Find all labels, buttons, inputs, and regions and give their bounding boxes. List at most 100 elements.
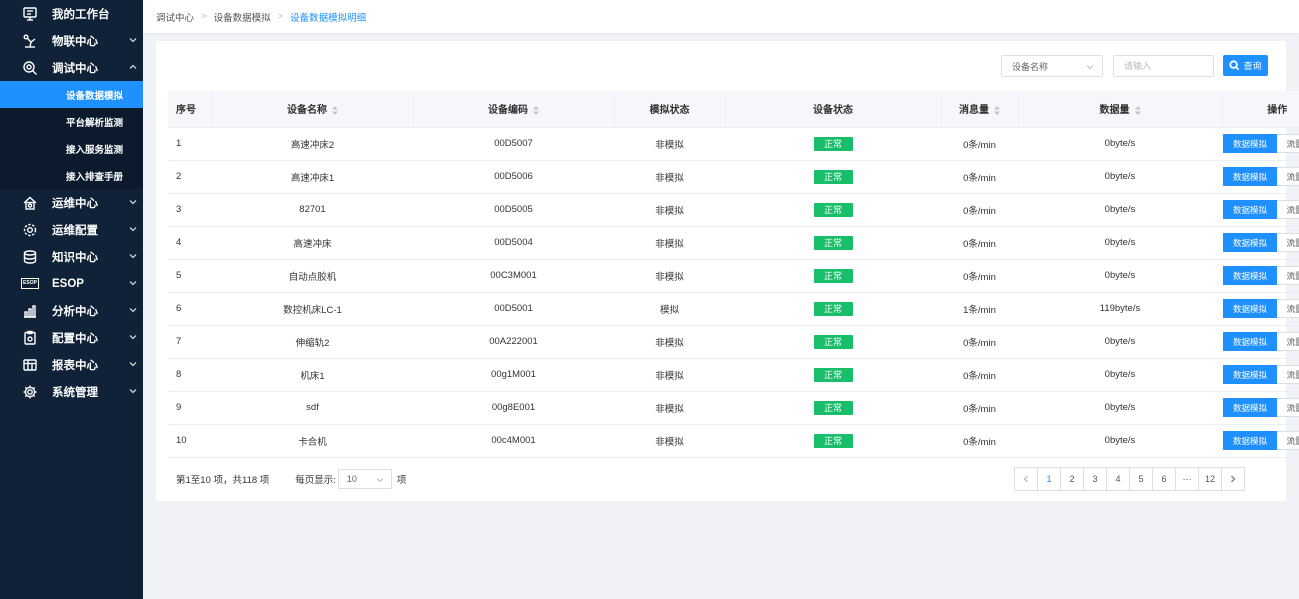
column-header-label: 设备编码 [488, 105, 528, 117]
table-row: 2高速冲床100D5006非模拟 正常 0条/min0byte/s数据模拟流量趋势 [168, 160, 1299, 194]
sidebar-item[interactable]: 物联中心 [0, 27, 143, 54]
data-simulate-button[interactable]: 数据模拟 [1223, 365, 1277, 384]
home-maintenance-icon [22, 195, 38, 211]
sidebar-item-label: 运维配置 [52, 224, 98, 237]
sidebar-item[interactable]: 我的工作台 [0, 0, 143, 27]
traffic-trend-button[interactable]: 流量趋势 [1277, 398, 1299, 417]
column-header[interactable]: 设备编码 [413, 91, 615, 128]
column-header[interactable]: 消息量 [941, 91, 1019, 128]
sidebar-item-label: 系统管理 [52, 386, 98, 399]
data-simulate-button[interactable]: 数据模拟 [1223, 398, 1277, 417]
traffic-trend-button[interactable]: 流量趋势 [1277, 299, 1299, 318]
page-button[interactable]: 5 [1129, 467, 1153, 491]
simulation-status-cell: 非模拟 [614, 424, 725, 458]
column-header: 操作 [1222, 91, 1299, 128]
column-header: 设备状态 [725, 91, 942, 128]
chevron-up-icon [129, 62, 137, 70]
table-row: 5自动点胶机00C3M001非模拟 正常 0条/min0byte/s数据模拟流量趋势 [168, 259, 1299, 293]
traffic-trend-button[interactable]: 流量趋势 [1277, 134, 1299, 153]
actions-cell: 数据模拟流量趋势 [1222, 160, 1299, 194]
column-header[interactable]: 数据量 [1018, 91, 1223, 128]
prev-page-button[interactable] [1014, 467, 1038, 491]
row-number-cell: 1 [168, 127, 212, 161]
data-simulate-button[interactable]: 数据模拟 [1223, 332, 1277, 351]
message-rate-cell: 0条/min [941, 424, 1018, 458]
data-rate-cell: 0byte/s [1018, 193, 1222, 227]
traffic-trend-button[interactable]: 流量趋势 [1277, 167, 1299, 186]
sidebar-item[interactable]: 运维中心 [0, 189, 143, 216]
chevron-down-icon [129, 251, 137, 259]
column-header-label: 操作 [1267, 105, 1288, 117]
traffic-trend-button[interactable]: 流量趋势 [1277, 266, 1299, 285]
sidebar-subitem[interactable]: 接入排查手册 [0, 162, 143, 189]
column-header[interactable]: 设备名称 [212, 91, 414, 128]
per-page-label: 每页显示: [295, 475, 336, 486]
search-button[interactable]: 查询 [1223, 55, 1268, 76]
sidebar-item[interactable]: 配置中心 [0, 324, 143, 351]
sidebar-subitem[interactable]: 平台解析监测 [0, 108, 143, 135]
column-header-label: 设备名称 [287, 105, 327, 117]
monitor-icon [22, 6, 38, 22]
sidebar-item[interactable]: 报表中心 [0, 351, 143, 378]
traffic-trend-button[interactable]: 流量趋势 [1277, 200, 1299, 219]
page-button[interactable]: 6 [1152, 467, 1176, 491]
actions-cell: 数据模拟流量趋势 [1222, 127, 1299, 161]
page-button[interactable]: 3 [1083, 467, 1107, 491]
sort-icon[interactable] [533, 106, 539, 116]
data-simulate-button[interactable]: 数据模拟 [1223, 266, 1277, 285]
traffic-trend-button[interactable]: 流量趋势 [1277, 233, 1299, 252]
data-simulate-button[interactable]: 数据模拟 [1223, 134, 1277, 153]
simulation-status-cell: 非模拟 [614, 259, 725, 293]
chevron-down-icon [129, 386, 137, 394]
traffic-trend-button[interactable]: 流量趋势 [1277, 365, 1299, 384]
sidebar: 我的工作台物联中心 调试中心 设备数据模拟 平台解析监测 接入服务监测 接入排查手册 运维中… [0, 0, 143, 599]
device-code-cell: 00D5005 [413, 193, 614, 227]
action-group: 数据模拟流量趋势 [1223, 200, 1299, 219]
data-simulate-button[interactable]: 数据模拟 [1223, 200, 1277, 219]
chevron-down-icon [129, 359, 137, 367]
row-number-cell: 5 [168, 259, 212, 293]
robot-arm-icon [22, 33, 38, 49]
data-simulate-button[interactable]: 数据模拟 [1223, 299, 1277, 318]
page-button[interactable]: 1 [1037, 467, 1061, 491]
sidebar-subitem[interactable]: 设备数据模拟 [0, 81, 143, 108]
sort-icon[interactable] [1134, 106, 1141, 116]
breadcrumb-item-device-sim[interactable]: 设备数据模拟 [214, 10, 271, 24]
traffic-trend-button[interactable]: 流量趋势 [1277, 332, 1299, 351]
page-button[interactable]: 4 [1106, 467, 1130, 491]
simulation-status-cell: 非模拟 [614, 325, 725, 359]
page-size-select[interactable]: 10 [337, 469, 392, 489]
page-button[interactable]: 2 [1060, 467, 1084, 491]
debug-search-icon [22, 60, 38, 76]
table-header-row: 序号 设备名称 设备编码 模拟状态 设备状态 消息量 数据量 操作 [168, 91, 1299, 128]
sidebar-item[interactable]: ESOP ESOP [0, 270, 143, 297]
data-simulate-button[interactable]: 数据模拟 [1223, 431, 1277, 450]
breadcrumb-item-debug-center[interactable]: 调试中心 [156, 10, 194, 24]
sidebar-item[interactable]: 系统管理 [0, 378, 143, 405]
device-status-cell: 正常 [725, 226, 941, 260]
sidebar-item[interactable]: 运维配置 [0, 216, 143, 243]
traffic-trend-button[interactable]: 流量趋势 [1277, 431, 1299, 450]
next-page-button[interactable] [1221, 467, 1245, 491]
chevron-down-icon [376, 476, 384, 484]
page-ellipsis[interactable]: ··· [1175, 467, 1199, 491]
chevron-down-icon [129, 278, 137, 286]
row-number-cell: 9 [168, 391, 212, 425]
field-select[interactable]: 设备名称 [1001, 55, 1103, 77]
sidebar-item[interactable]: 知识中心 [0, 243, 143, 270]
device-status-cell: 正常 [725, 325, 941, 359]
sort-icon[interactable] [332, 106, 338, 116]
data-simulate-button[interactable]: 数据模拟 [1223, 167, 1277, 186]
main-panel: 设备名称 查询 序号设备名称设备编码模拟状态设备状态消息量数据量操作 1高速冲床… [156, 41, 1299, 501]
search-input[interactable] [1113, 55, 1214, 77]
device-name-cell: 82701 [212, 193, 413, 227]
page-size-value: 10 [346, 474, 357, 484]
sort-icon[interactable] [994, 106, 1000, 116]
sidebar-item-label: 我的工作台 [52, 8, 110, 21]
sidebar-subitem[interactable]: 接入服务监测 [0, 135, 143, 162]
sidebar-item[interactable]: 分析中心 [0, 297, 143, 324]
sidebar-item[interactable]: 调试中心 [0, 54, 143, 81]
column-header: 序号 [168, 91, 213, 128]
data-simulate-button[interactable]: 数据模拟 [1223, 233, 1277, 252]
page-button[interactable]: 12 [1198, 467, 1222, 491]
